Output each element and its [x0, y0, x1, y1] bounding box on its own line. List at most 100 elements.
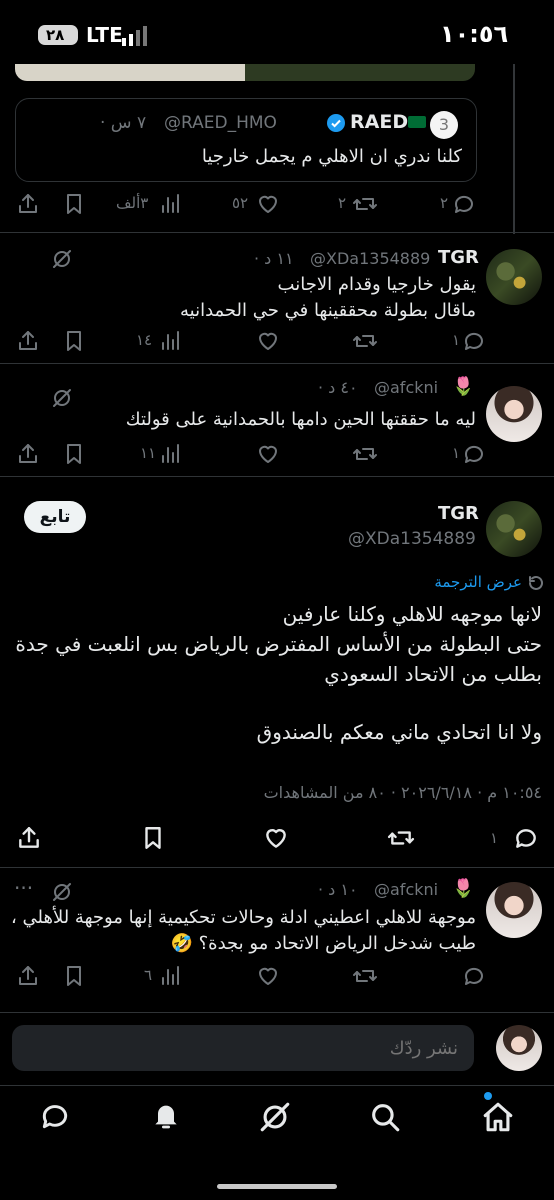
tweet-text-line: ماقال بطولة محققينها في حي الحمدانيه	[179, 300, 476, 321]
retweet-icon[interactable]	[352, 442, 378, 466]
tweet-text-line: طيب شدخل الرياض الاتحاد مو بجدة؟ 🤣	[170, 933, 476, 954]
replies-count: ١	[452, 331, 461, 349]
translate-link[interactable]: عرض الترجمة	[400, 573, 544, 595]
grok-icon[interactable]	[50, 247, 74, 271]
heart-icon[interactable]	[256, 329, 280, 353]
avatar[interactable]	[486, 249, 542, 305]
retweets-count: ٢	[338, 194, 347, 212]
tweet-time: ٤٠ د ·	[318, 378, 358, 397]
replies-count: ٢	[440, 194, 449, 212]
quoted-tweet-text: كلنا ندري ان الاهلي م يجمل خارجيا	[201, 146, 462, 167]
translate-icon	[529, 575, 543, 590]
verified-icon	[326, 113, 346, 133]
reply-tweet[interactable]: TGR @XDa1354889 ١١ د · يقول خارجيا وقدام…	[0, 233, 554, 363]
grok-icon[interactable]	[258, 1100, 292, 1134]
flag-icon	[408, 116, 426, 128]
translate-label: عرض الترجمة	[434, 573, 522, 591]
grok-icon[interactable]	[50, 880, 74, 904]
views-icon	[162, 331, 179, 350]
more-icon[interactable]: ···	[14, 878, 33, 898]
tweet-text-line: بطلب من الاتحاد السعودي	[324, 662, 542, 686]
author-handle: @afckni	[374, 378, 439, 397]
network-type: LTE	[86, 23, 123, 47]
avatar[interactable]	[496, 1025, 542, 1071]
reply-button[interactable]: ١	[452, 442, 488, 468]
bookmark-icon[interactable]	[62, 192, 86, 216]
reply-icon	[454, 195, 473, 213]
share-icon[interactable]	[16, 825, 42, 851]
battery-level: ٢٨	[46, 26, 65, 44]
messages-icon[interactable]	[38, 1100, 72, 1132]
home-indicator	[217, 1184, 337, 1189]
tweet-text-line: ولا انا اتحادي ماني معكم بالصندوق	[256, 720, 542, 744]
bookmark-icon[interactable]	[62, 329, 86, 353]
avatar[interactable]	[486, 882, 542, 938]
views-icon	[162, 966, 179, 985]
views-count: ١٤	[136, 331, 153, 349]
reply-icon	[516, 829, 536, 848]
notifications-icon[interactable]	[150, 1098, 182, 1132]
quoted-avatar: 3	[430, 111, 458, 139]
avatar[interactable]	[486, 501, 542, 557]
reply-button[interactable]: ١	[490, 825, 544, 853]
reply-icon[interactable]	[462, 964, 486, 988]
replies-count: ١	[490, 829, 499, 847]
retweet-icon[interactable]	[386, 825, 416, 851]
retweet-icon	[353, 198, 377, 210]
author-handle: @XDa1354889	[310, 249, 431, 268]
views-button[interactable]: ١١	[140, 442, 188, 468]
bookmark-icon[interactable]	[140, 825, 166, 851]
bottom-nav	[0, 1086, 554, 1146]
heart-icon[interactable]	[256, 442, 280, 466]
share-icon[interactable]	[16, 329, 40, 353]
retweet-icon[interactable]	[352, 964, 378, 988]
share-icon[interactable]	[16, 192, 40, 216]
views-icon	[162, 444, 179, 463]
retweet-button[interactable]: ٢	[338, 192, 382, 218]
home-icon[interactable]	[480, 1092, 516, 1134]
follow-button[interactable]: تابع	[24, 501, 86, 533]
share-icon[interactable]	[16, 964, 40, 988]
tweet-meta: ١٠:٥٤ م · ٢٠٢٦/٦/١٨ · ٨٠ من المشاهدات	[263, 783, 542, 802]
author-handle: @XDa1354889	[348, 529, 476, 549]
views-count: ١١	[140, 444, 157, 462]
reply-tweet[interactable]: 🌷 @afckni ١٠ د · ··· موجهة للاهلي اعطيني…	[0, 868, 554, 998]
views-button[interactable]: ٣ألف	[116, 192, 188, 218]
reply-input[interactable]	[12, 1025, 474, 1071]
heart-icon[interactable]	[256, 964, 280, 988]
avatar[interactable]	[486, 386, 542, 442]
battery-icon: ٢٨	[38, 25, 78, 45]
quoted-author-name: RAED	[350, 111, 409, 133]
quoted-tweet-card[interactable]: 3 RAED @RAED_HMO ٧ س · كلنا ندري ان الاه…	[15, 98, 477, 182]
replies-count: ١	[452, 444, 461, 462]
reply-tweet[interactable]: 🌷 @afckni ٤٠ د · ليه ما حققتها الحين دام…	[0, 364, 554, 476]
author-name: 🌷	[452, 878, 475, 899]
heart-icon[interactable]	[262, 825, 290, 851]
like-button[interactable]: ٥٢	[232, 192, 284, 218]
bookmark-icon[interactable]	[62, 964, 86, 988]
author-name: TGR	[438, 247, 479, 268]
tweet-text-line: لانها موجهه للاهلي وكلنا عارفين	[282, 602, 542, 626]
bookmark-icon[interactable]	[62, 442, 86, 466]
heart-icon	[259, 195, 277, 213]
author-handle: @afckni	[374, 880, 439, 899]
reply-button[interactable]: ٢	[440, 192, 488, 218]
compose-bar	[0, 1013, 554, 1085]
search-icon[interactable]	[368, 1100, 402, 1134]
grok-icon[interactable]	[50, 386, 74, 410]
media-thumbnail[interactable]	[15, 64, 475, 81]
tweet-text-line: موجهة للاهلي اعطيني ادلة وحالات تحكيمية …	[10, 907, 476, 928]
tweet-text-line: حتى البطولة من الأساس المفترض بالرياض بس…	[15, 632, 542, 656]
quoted-author-handle: @RAED_HMO	[164, 113, 277, 133]
notification-dot	[484, 1092, 492, 1100]
views-count: ٣ألف	[116, 194, 149, 212]
views-button[interactable]: ٦	[144, 964, 188, 990]
views-button[interactable]: ١٤	[136, 329, 188, 355]
main-action-bar: ٣ألف ٥٢ ٢ ٢	[0, 188, 554, 222]
likes-count: ٥٢	[232, 194, 249, 212]
tweet-time: ١١ د ·	[254, 249, 294, 268]
retweet-icon[interactable]	[352, 329, 378, 353]
quoted-tweet-time: ٧ س ·	[100, 113, 147, 133]
share-icon[interactable]	[16, 442, 40, 466]
reply-button[interactable]: ١	[452, 329, 488, 355]
